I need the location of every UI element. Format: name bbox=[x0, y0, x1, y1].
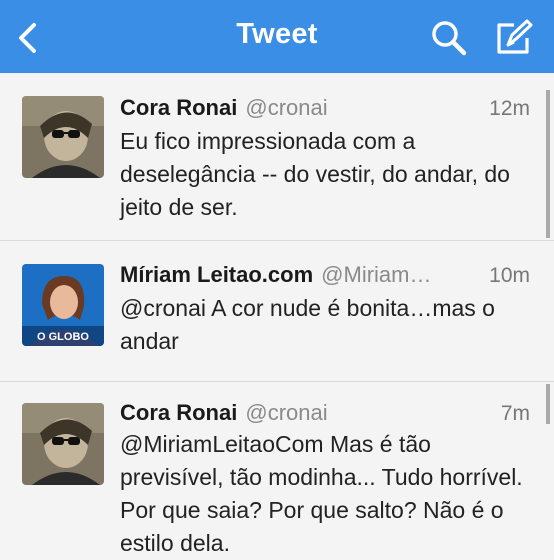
avatar[interactable] bbox=[22, 403, 104, 485]
tweet-author: Cora Ronai @cronai bbox=[120, 95, 328, 121]
author-handle: @cronai bbox=[245, 95, 328, 120]
page-title: Tweet bbox=[236, 18, 318, 50]
tweet-item[interactable]: Cora Ronai @cronai 7m @MiriamLeitaoCom Ma… bbox=[0, 382, 554, 556]
tweet-item[interactable]: Cora Ronai @cronai 12m Eu fico impression… bbox=[0, 74, 554, 241]
scroll-indicator bbox=[546, 384, 550, 424]
tweet-time: 10m bbox=[489, 264, 530, 287]
tweet-text: @MiriamLeitaoCom Mas é tão previsível, t… bbox=[120, 431, 523, 556]
tweet-item[interactable]: O GLOBO Míriam Leitao.com @Miriam… 10m @c… bbox=[0, 241, 554, 382]
tweet-text: Eu fico impressionada com a deselegância… bbox=[120, 128, 510, 220]
author-name[interactable]: Cora Ronai bbox=[120, 400, 237, 425]
avatar[interactable] bbox=[22, 96, 104, 178]
avatar-badge: O GLOBO bbox=[37, 331, 89, 343]
tweet-time: 7m bbox=[500, 402, 530, 425]
tweet-time: 12m bbox=[489, 97, 530, 120]
avatar[interactable]: O GLOBO bbox=[22, 264, 104, 346]
tweet-text: @cronai A cor nude é bonita…mas o andar bbox=[120, 295, 495, 354]
tweet-author: Cora Ronai @cronai bbox=[120, 400, 328, 426]
author-name[interactable]: Míriam Leitao.com bbox=[120, 262, 313, 287]
nav-bar: Tweet bbox=[0, 0, 554, 73]
author-handle: @cronai bbox=[245, 400, 328, 425]
compose-icon[interactable] bbox=[494, 18, 534, 58]
tweet-author: Míriam Leitao.com @Miriam… bbox=[120, 262, 431, 288]
scroll-indicator bbox=[546, 90, 550, 238]
search-icon[interactable] bbox=[430, 20, 468, 56]
author-name[interactable]: Cora Ronai bbox=[120, 95, 237, 120]
author-handle: @Miriam… bbox=[321, 262, 432, 287]
